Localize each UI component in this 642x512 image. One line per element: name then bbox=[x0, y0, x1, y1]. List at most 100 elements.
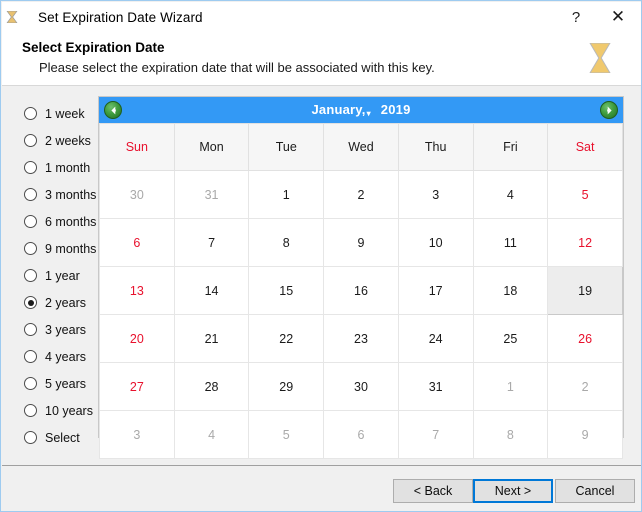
wizard-header: Select Expiration Date Please select the… bbox=[2, 32, 641, 86]
hourglass-icon bbox=[6, 9, 28, 25]
title-bar: Set Expiration Date Wizard ? ✕ bbox=[2, 2, 641, 32]
calendar-weekday-header-row: Sun Mon Tue Wed Thu Fri Sat bbox=[99, 123, 623, 171]
radio-option-label: 10 years bbox=[45, 403, 93, 418]
day-cell[interactable]: 4 bbox=[173, 410, 250, 459]
weekday-wed: Wed bbox=[323, 123, 399, 171]
day-cell-selected[interactable]: 19 bbox=[547, 266, 623, 315]
day-cell[interactable]: 8 bbox=[472, 410, 549, 459]
day-cell[interactable]: 7 bbox=[173, 218, 250, 267]
radio-option-label: 6 months bbox=[45, 214, 97, 229]
day-cell[interactable]: 27 bbox=[99, 362, 175, 411]
radio-option-label: 1 month bbox=[45, 160, 91, 175]
calendar-month-label: January, bbox=[311, 102, 366, 117]
radio-mark bbox=[24, 269, 37, 282]
radio-option-2-years[interactable]: 2 years bbox=[2, 289, 96, 316]
radio-mark bbox=[24, 242, 37, 255]
day-cell[interactable]: 8 bbox=[248, 218, 325, 267]
radio-option-1-week[interactable]: 1 week bbox=[2, 100, 96, 127]
day-cell[interactable]: 9 bbox=[323, 218, 399, 267]
day-cell[interactable]: 6 bbox=[99, 218, 175, 267]
wizard-footer: < Back Next > Cancel bbox=[2, 466, 641, 511]
radio-option-6-months[interactable]: 6 months bbox=[2, 208, 96, 235]
radio-option-3-months[interactable]: 3 months bbox=[2, 181, 96, 208]
weekday-thu: Thu bbox=[397, 123, 474, 171]
radio-option-label: 4 years bbox=[45, 349, 86, 364]
radio-mark bbox=[24, 296, 37, 309]
day-cell[interactable]: 26 bbox=[547, 314, 623, 363]
day-cell[interactable]: 9 bbox=[547, 410, 623, 459]
next-button[interactable]: Next > bbox=[473, 479, 553, 503]
day-cell[interactable]: 30 bbox=[99, 170, 175, 219]
day-cell[interactable]: 7 bbox=[397, 410, 474, 459]
calendar-title[interactable]: January,▾ 2019 bbox=[99, 102, 623, 118]
day-cell[interactable]: 21 bbox=[173, 314, 250, 363]
day-cell[interactable]: 23 bbox=[323, 314, 399, 363]
day-cell[interactable]: 1 bbox=[248, 170, 325, 219]
day-cell[interactable]: 2 bbox=[323, 170, 399, 219]
day-cell[interactable]: 17 bbox=[397, 266, 474, 315]
expiration-options-list: 1 week 2 weeks 1 month 3 months 6 months… bbox=[2, 100, 96, 451]
arrow-left-circle-icon[interactable] bbox=[104, 101, 122, 119]
day-cell[interactable]: 5 bbox=[248, 410, 325, 459]
radio-option-9-months[interactable]: 9 months bbox=[2, 235, 96, 262]
day-cell[interactable]: 16 bbox=[323, 266, 399, 315]
day-cell[interactable]: 3 bbox=[397, 170, 474, 219]
radio-option-label: 1 year bbox=[45, 268, 80, 283]
day-cell[interactable]: 18 bbox=[472, 266, 549, 315]
radio-option-label: Select bbox=[45, 430, 80, 445]
chevron-down-icon: ▾ bbox=[366, 109, 371, 118]
day-cell[interactable]: 11 bbox=[472, 218, 549, 267]
close-button[interactable]: ✕ bbox=[596, 2, 640, 32]
arrow-right-circle-icon[interactable] bbox=[600, 101, 618, 119]
day-cell[interactable]: 22 bbox=[248, 314, 325, 363]
day-cell[interactable]: 24 bbox=[397, 314, 474, 363]
radio-option-label: 2 years bbox=[45, 295, 86, 310]
radio-option-select[interactable]: Select bbox=[2, 424, 96, 451]
radio-option-2-weeks[interactable]: 2 weeks bbox=[2, 127, 96, 154]
radio-option-10-years[interactable]: 10 years bbox=[2, 397, 96, 424]
radio-mark bbox=[24, 188, 37, 201]
back-button[interactable]: < Back bbox=[393, 479, 473, 503]
wizard-window: Set Expiration Date Wizard ? ✕ Select Ex… bbox=[0, 0, 642, 512]
day-cell[interactable]: 29 bbox=[248, 362, 325, 411]
radio-option-1-month[interactable]: 1 month bbox=[2, 154, 96, 181]
day-cell[interactable]: 31 bbox=[397, 362, 474, 411]
radio-mark bbox=[24, 404, 37, 417]
radio-option-label: 9 months bbox=[45, 241, 97, 256]
help-button[interactable]: ? bbox=[556, 2, 596, 32]
calendar-header: January,▾ 2019 bbox=[99, 97, 623, 123]
day-cell[interactable]: 20 bbox=[99, 314, 175, 363]
day-cell[interactable]: 3 bbox=[99, 410, 175, 459]
calendar-week-row: 6 7 8 9 10 11 12 bbox=[99, 218, 623, 267]
radio-option-1-year[interactable]: 1 year bbox=[2, 262, 96, 289]
radio-mark bbox=[24, 107, 37, 120]
radio-mark bbox=[24, 377, 37, 390]
radio-mark bbox=[24, 134, 37, 147]
day-cell[interactable]: 12 bbox=[547, 218, 623, 267]
day-cell[interactable]: 14 bbox=[173, 266, 250, 315]
day-cell[interactable]: 15 bbox=[248, 266, 325, 315]
day-cell[interactable]: 30 bbox=[323, 362, 399, 411]
hourglass-icon bbox=[589, 38, 628, 78]
radio-option-label: 2 weeks bbox=[45, 133, 91, 148]
day-cell[interactable]: 25 bbox=[472, 314, 549, 363]
day-cell[interactable]: 5 bbox=[547, 170, 623, 219]
radio-option-label: 5 years bbox=[45, 376, 86, 391]
radio-option-4-years[interactable]: 4 years bbox=[2, 343, 96, 370]
day-cell[interactable]: 1 bbox=[472, 362, 549, 411]
day-cell[interactable]: 2 bbox=[547, 362, 623, 411]
radio-mark bbox=[24, 323, 37, 336]
day-cell[interactable]: 10 bbox=[397, 218, 474, 267]
wizard-body: 1 week 2 weeks 1 month 3 months 6 months… bbox=[2, 86, 641, 465]
calendar-week-row: 30 31 1 2 3 4 5 bbox=[99, 170, 623, 219]
day-cell[interactable]: 28 bbox=[173, 362, 250, 411]
weekday-tue: Tue bbox=[248, 123, 325, 171]
calendar: January,▾ 2019 Sun Mon Tue Wed Thu Fri S… bbox=[98, 96, 624, 459]
radio-option-5-years[interactable]: 5 years bbox=[2, 370, 96, 397]
cancel-button[interactable]: Cancel bbox=[555, 479, 635, 503]
day-cell[interactable]: 4 bbox=[472, 170, 549, 219]
day-cell[interactable]: 31 bbox=[173, 170, 250, 219]
radio-option-3-years[interactable]: 3 years bbox=[2, 316, 96, 343]
day-cell[interactable]: 6 bbox=[323, 410, 399, 459]
day-cell[interactable]: 13 bbox=[99, 266, 175, 315]
